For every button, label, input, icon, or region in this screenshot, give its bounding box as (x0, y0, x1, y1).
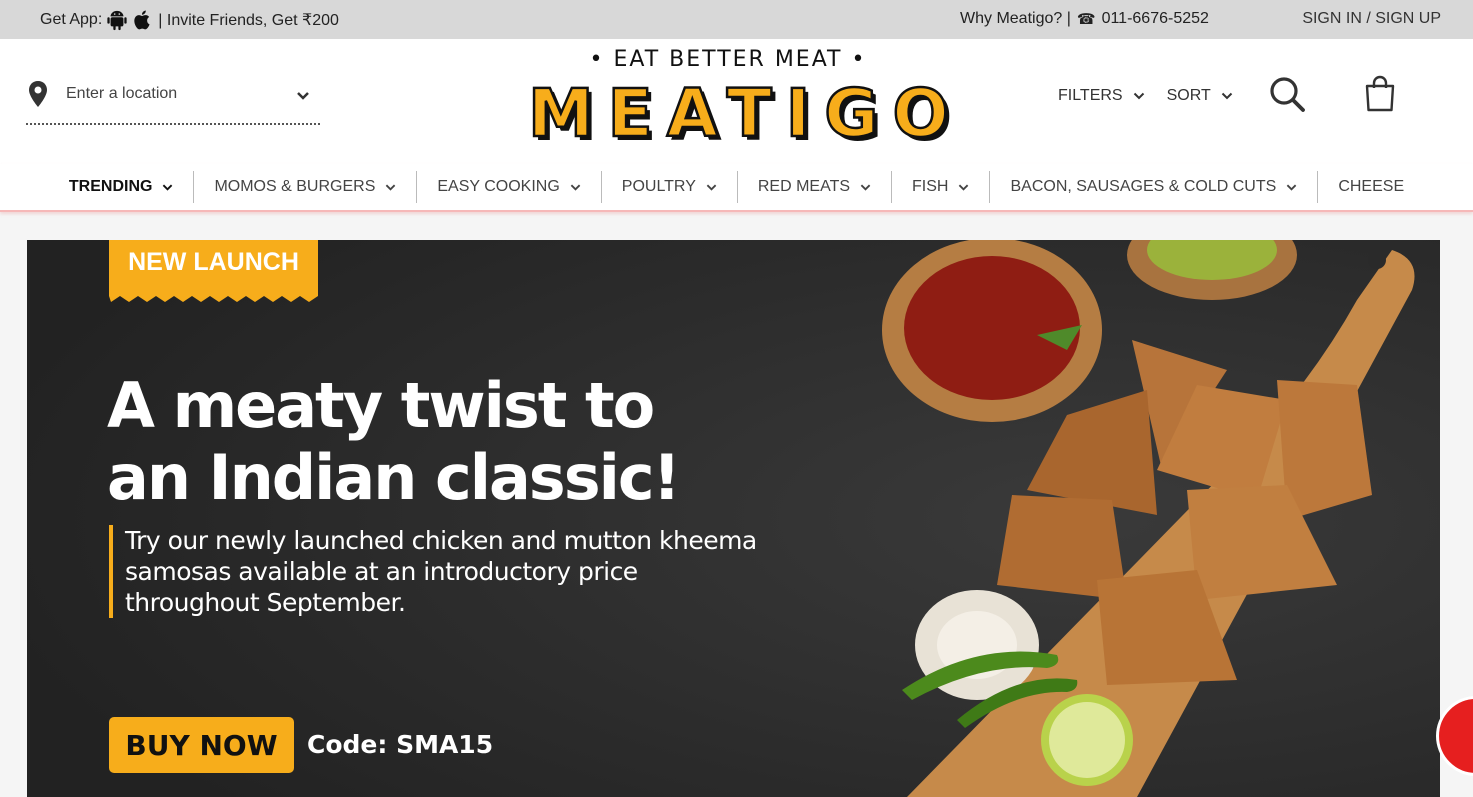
header-actions: FILTERS SORT (1058, 87, 1255, 105)
shopping-bag-icon[interactable] (1364, 75, 1396, 113)
description-line: Try our newly launched chicken and mutto… (125, 526, 757, 555)
filters-button[interactable]: FILTERS (1058, 87, 1145, 105)
filters-label: FILTERS (1058, 87, 1123, 104)
top-bar: Get App: | Invite Friends, Get ₹200 Why … (0, 0, 1473, 39)
sign-in-link[interactable]: SIGN IN / SIGN UP (1302, 10, 1441, 28)
banner-headline: A meaty twist to an Indian classic! (107, 369, 681, 514)
chevron-down-icon (706, 184, 717, 191)
android-icon[interactable] (106, 9, 128, 31)
nav-item-fish[interactable]: FISH (892, 171, 991, 203)
logo-wordmark: MEATIGO (527, 74, 963, 154)
location-input[interactable] (66, 81, 286, 107)
chevron-down-icon (860, 184, 871, 191)
location-selector[interactable] (26, 79, 320, 125)
nav-item-momos-burgers[interactable]: MOMOS & BURGERS (194, 171, 418, 203)
new-launch-badge: NEW LAUNCH (109, 240, 318, 302)
chevron-down-icon (570, 184, 581, 191)
banner-description: Try our newly launched chicken and mutto… (109, 525, 829, 618)
chevron-down-icon (386, 184, 396, 191)
invite-friends-link[interactable]: | Invite Friends, Get ₹200 (158, 10, 339, 30)
sort-button[interactable]: SORT (1167, 87, 1233, 105)
headline-line: an Indian classic! (107, 441, 681, 514)
search-icon[interactable] (1268, 75, 1306, 113)
why-meatigo-link[interactable]: Why Meatigo? | (960, 10, 1071, 28)
sort-label: SORT (1166, 87, 1211, 104)
nav-item-trending[interactable]: TRENDING (49, 171, 195, 203)
nav-item-label: CHEESE (1338, 178, 1405, 195)
nav-item-label: BACON, SAUSAGES & COLD CUTS (1010, 178, 1277, 195)
chevron-down-icon (1133, 92, 1144, 100)
chevron-down-icon[interactable] (296, 89, 310, 103)
site-header: • EAT BETTER MEAT • MEATIGO FILTERS SORT (0, 39, 1473, 164)
app-invite-strip: Get App: | Invite Friends, Get ₹200 (40, 9, 339, 31)
badge-zigzag-edge (109, 294, 318, 302)
location-pin-icon (29, 81, 47, 107)
chevron-down-icon (163, 184, 173, 191)
nav-item-red-meats[interactable]: RED MEATS (738, 171, 893, 203)
headline-line: A meaty twist to (107, 369, 655, 442)
chevron-down-icon (1287, 184, 1297, 191)
description-line: samosas available at an introductory pri… (125, 557, 638, 586)
samosa-board-illustration (27, 240, 1440, 797)
nav-item-cheese[interactable]: CHEESE (1318, 171, 1424, 203)
phone-icon: ☎ (1076, 11, 1096, 28)
logo-tagline: • EAT BETTER MEAT • (589, 47, 867, 72)
nav-item-label: POULTRY (621, 178, 696, 195)
get-app-label: Get App: (40, 11, 103, 28)
promo-code: Code: SMA15 (307, 730, 494, 759)
nav-item-label: FISH (912, 178, 949, 195)
nav-item-poultry[interactable]: POULTRY (602, 171, 738, 203)
nav-item-bacon-sausages[interactable]: BACON, SAUSAGES & COLD CUTS (990, 171, 1319, 203)
chevron-down-icon (1221, 92, 1232, 100)
nav-item-label: RED MEATS (757, 178, 851, 195)
description-line: throughout September. (125, 588, 406, 617)
badge-text: NEW LAUNCH (128, 248, 299, 276)
nav-item-easy-cooking[interactable]: EASY COOKING (417, 171, 602, 203)
meatigo-logo[interactable]: • EAT BETTER MEAT • MEATIGO (527, 45, 963, 154)
apple-icon[interactable] (132, 9, 154, 31)
contact-strip: Why Meatigo? | ☎ 011-6676-5252 (960, 10, 1209, 28)
chevron-down-icon (959, 184, 969, 191)
hero-banner[interactable]: NEW LAUNCH A meaty twist to an Indian cl… (27, 240, 1440, 797)
chat-widget-button[interactable] (1436, 696, 1473, 776)
nav-item-label: EASY COOKING (437, 178, 560, 195)
buy-now-button[interactable]: BUY NOW (109, 717, 294, 773)
nav-item-label: MOMOS & BURGERS (214, 178, 376, 195)
nav-item-label: TRENDING (68, 178, 153, 195)
phone-number[interactable]: 011-6676-5252 (1102, 10, 1209, 28)
category-nav: TRENDING MOMOS & BURGERS EASY COOKING PO… (0, 164, 1473, 212)
